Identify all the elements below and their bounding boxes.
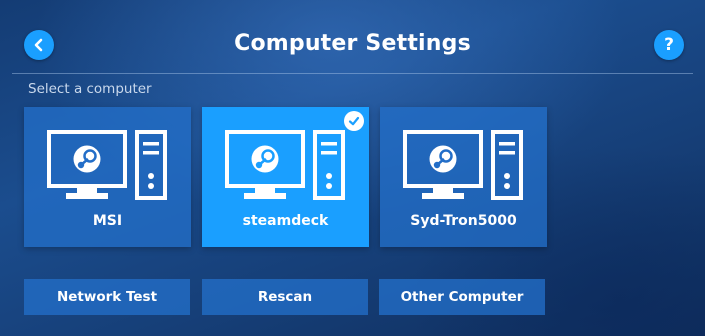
other-computer-button[interactable]: Other Computer <box>379 279 545 315</box>
computer-name: steamdeck <box>242 213 329 229</box>
steam-computer-icon <box>403 130 523 200</box>
help-button[interactable]: ? <box>654 30 684 60</box>
steam-computer-icon <box>225 130 345 200</box>
network-test-button[interactable]: Network Test <box>24 279 190 315</box>
computer-card-syd-tron5000[interactable]: Syd-Tron5000 <box>380 107 547 247</box>
computer-card-steamdeck[interactable]: steamdeck <box>202 107 369 247</box>
header-divider <box>12 73 693 74</box>
checkmark-icon <box>348 116 360 126</box>
page-title: Computer Settings <box>234 31 471 56</box>
computer-card-msi[interactable]: MSI <box>24 107 191 247</box>
selected-badge <box>344 111 364 131</box>
computer-name: Syd-Tron5000 <box>410 213 517 229</box>
rescan-button[interactable]: Rescan <box>202 279 368 315</box>
section-label: Select a computer <box>28 81 152 97</box>
question-mark-icon: ? <box>664 34 674 55</box>
computer-name: MSI <box>92 213 123 229</box>
steam-computer-icon <box>47 130 167 200</box>
